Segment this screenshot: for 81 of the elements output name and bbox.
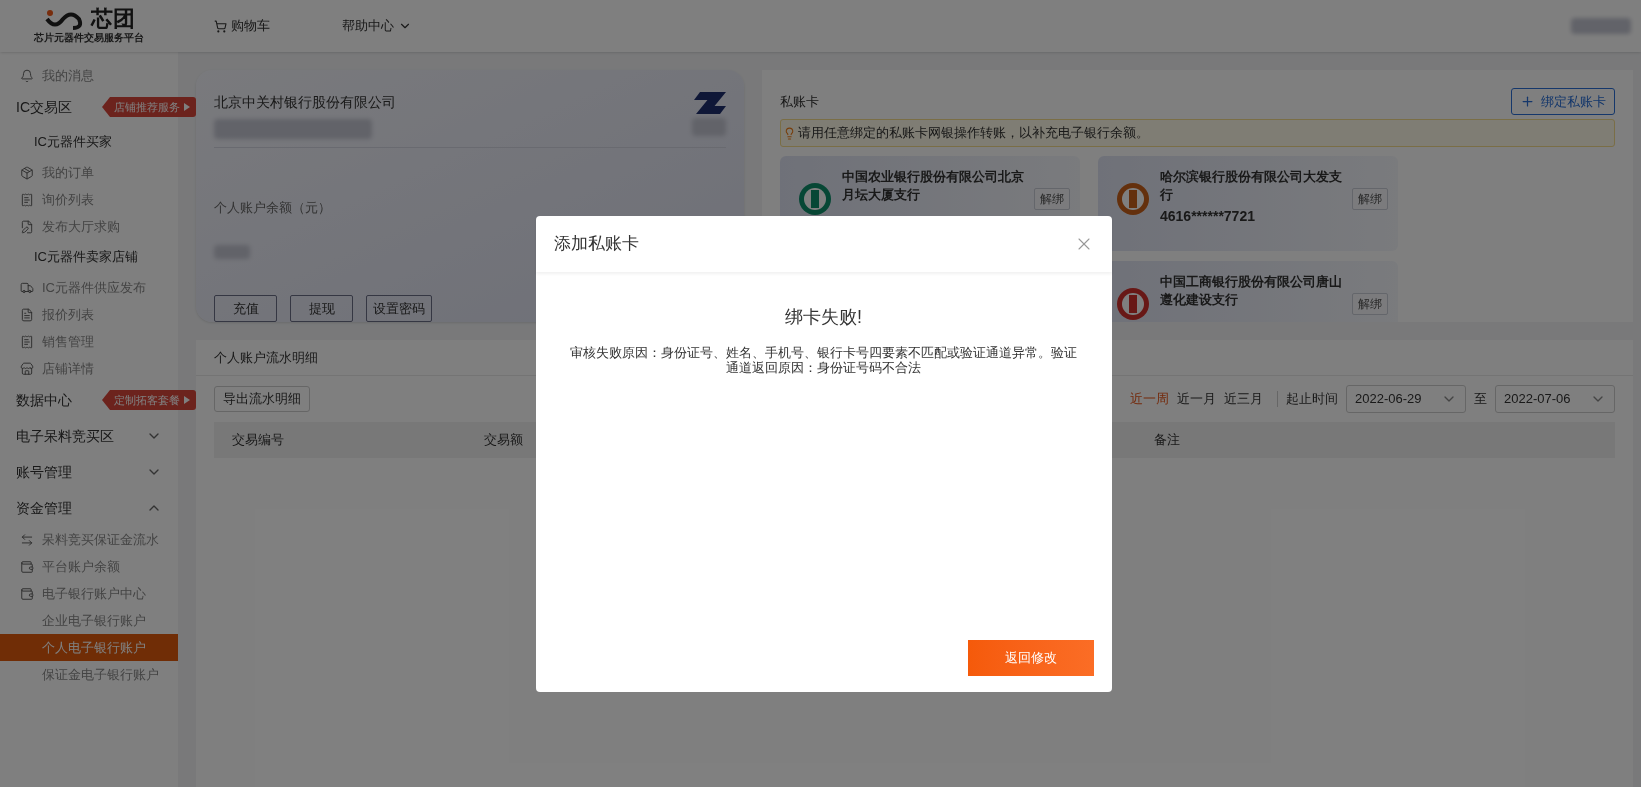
menu-icon [20,307,34,322]
date-field[interactable]: 2022-07-06 [1495,385,1615,413]
play-icon [184,103,190,111]
range-tab[interactable]: 近一周 [1130,389,1169,409]
menu-label: 我的订单 [42,163,94,182]
bank-logo-icon [1116,182,1150,216]
card-action-button[interactable]: 设置密码 [366,295,432,322]
unbind-button[interactable]: 解绑 [1034,188,1070,210]
bulb-icon [783,126,796,140]
section-label: IC交易区 [16,97,72,117]
menu-icon [20,165,34,180]
sidebar-section[interactable]: 资金管理 [0,490,178,526]
card-action-button[interactable]: 充值 [214,295,277,322]
menu-label: 报价列表 [42,305,94,324]
sidebar-item[interactable]: 保证金电子银行账户 [0,661,178,688]
balance-label: 个人账户余额（元） [214,198,332,217]
section-label: 账号管理 [16,462,72,482]
card-action-button[interactable]: 提现 [290,295,353,322]
sidebar-item[interactable]: IC元器件供应发布 [0,274,178,301]
menu-label: 店铺详情 [42,359,94,378]
menu-icon [20,532,34,547]
bank-logo-icon [1116,287,1150,321]
section-label: 资金管理 [16,498,72,518]
cart-icon [214,19,227,33]
redacted-block [1571,18,1631,34]
promo-tag[interactable]: 定制拓客套餐 [102,390,196,410]
sidebar-item[interactable]: 报价列表 [0,301,178,328]
logo-tagline: 芯片元器件交易服务平台 [34,30,144,45]
sidebar-item[interactable]: 询价列表 [0,186,178,213]
bank-logo-icon [694,92,726,114]
sidebar-item[interactable]: 我的消息 [0,62,178,89]
menu-icon [20,361,34,376]
date-field[interactable]: 2022-06-29 [1346,385,1466,413]
logo-text: 芯团 [91,7,135,30]
sidebar-section[interactable]: 账号管理 [0,454,178,490]
menu-icon [20,219,34,234]
unbind-button[interactable]: 解绑 [1352,188,1388,210]
menu-group-label: IC元器件卖家店铺 [33,248,139,267]
back-button[interactable]: 返回修改 [967,640,1094,676]
bank-name: 北京中关村银行股份有限公司 [214,93,396,112]
section-label: 电子呆料竞买区 [16,426,114,446]
card-number: 4616******7721 [1160,207,1255,226]
sidebar-item[interactable]: 店铺详情 [0,355,178,382]
menu-icon [20,68,34,83]
menu-icon [20,192,34,207]
range-tab[interactable]: 近三月 [1224,389,1263,409]
menu-group-label: IC元器件买家 [33,133,113,152]
sidebar-item[interactable]: 我的订单 [0,159,178,186]
sidebar-section[interactable]: 电子呆料竞买区 [0,418,178,454]
menu-icon [20,334,34,349]
section-label: 数据中心 [16,390,72,410]
column-header: 交易编号 [231,431,285,450]
result-heading: 绑卡失败! [785,306,862,329]
unbind-button[interactable]: 解绑 [1352,293,1388,315]
bank-name: 中国农业银行股份有限公司北京月坛大厦支行 [842,168,1024,204]
menu-icon [20,559,34,574]
plus-icon [1520,94,1535,109]
panel-title: 私账卡 [780,92,819,111]
play-icon [184,396,190,404]
date-separator: 至 [1474,390,1487,409]
dialog-title: 添加私账卡 [553,233,639,256]
menu-icon [20,280,34,295]
menu-label: 询价列表 [42,190,94,209]
bank-name: 中国工商银行股份有限公司唐山遵化建设支行 [1160,273,1342,309]
column-header: 备注 [1154,431,1181,450]
menu-label: IC元器件供应发布 [42,278,146,297]
logo[interactable]: 芯团 芯片元器件交易服务平台 [0,7,178,45]
column-header: 交易额 [484,431,524,450]
nav-link[interactable]: 购物车 [214,16,270,36]
bank-name: 哈尔滨银行股份有限公司大发支行 [1160,168,1342,204]
bind-card-button[interactable]: 绑定私账卡 [1511,88,1615,115]
promo-tag[interactable]: 店铺推荐服务 [102,97,196,117]
error-message: 审核失败原因：身份证号、姓名、手机号、银行卡号四要素不匹配或验证通道异常。验证通道返回原因：身份证号码不合法 [569,345,1078,375]
notice-text: 请用任意绑定的私账卡网银操作转账，以补充电子银行余额。 [798,124,1149,143]
menu-label: 我的消息 [42,66,94,85]
menu-icon [20,586,34,601]
sidebar-item[interactable]: 个人电子银行账户 [0,634,178,661]
export-button[interactable]: 导出流水明细 [214,386,310,412]
sidebar-item[interactable]: 企业电子银行账户 [0,607,178,634]
date-label: 起止时间 [1286,390,1338,409]
nav-link[interactable]: 帮助中心 [342,16,412,36]
